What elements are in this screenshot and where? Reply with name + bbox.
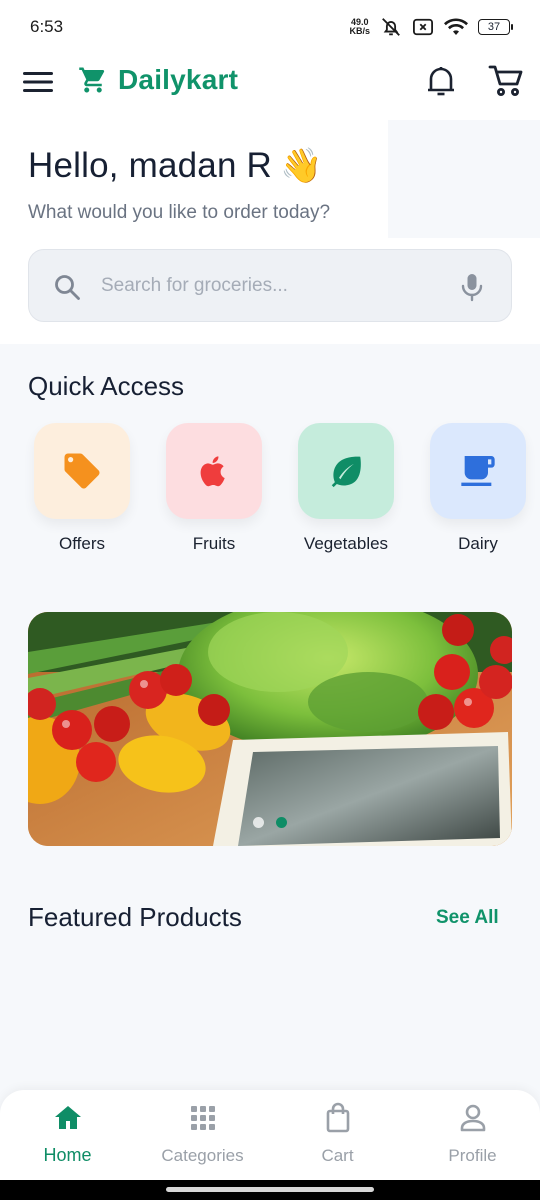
bottom-navigation: Home Categories Cart Profile: [0, 1090, 540, 1180]
decorative-background: [388, 120, 540, 238]
quick-access-tile[interactable]: [166, 423, 262, 519]
waving-hand-emoji: 👋: [280, 147, 323, 185]
quick-access-offers[interactable]: Offers: [22, 423, 142, 563]
status-time: 6:53: [30, 17, 64, 36]
grid-icon: [191, 1106, 215, 1130]
quick-access-title: Quick Access: [28, 371, 185, 401]
carousel-dot-active[interactable]: [276, 817, 287, 828]
search-input[interactable]: [101, 268, 441, 304]
cup-icon: [461, 456, 495, 486]
sim-x-icon: [413, 18, 433, 36]
network-speed-unit: KB/s: [349, 26, 370, 36]
quick-access-vegetables[interactable]: Vegetables: [286, 423, 406, 563]
see-all-link[interactable]: See All: [436, 907, 499, 929]
microphone-icon[interactable]: [459, 272, 485, 302]
featured-products-title: Featured Products: [28, 902, 242, 932]
nav-home[interactable]: Home: [0, 1090, 135, 1180]
person-icon: [460, 1104, 486, 1132]
quick-access-label: Dairy: [458, 534, 498, 553]
brand-logo: Dailykart: [78, 64, 238, 96]
quick-access-fruits[interactable]: Fruits: [154, 423, 274, 563]
status-icons: 49.0 KB/s 37: [349, 16, 513, 38]
quick-access-tile[interactable]: [430, 423, 526, 519]
quick-access-label: Fruits: [192, 534, 236, 553]
greeting-title: Hello, madan R 👋: [28, 146, 323, 186]
system-gesture-bar: [0, 1180, 540, 1200]
greeting-section: Hello, madan R 👋 What would you like to o…: [0, 110, 540, 344]
nav-label: Categories: [161, 1146, 244, 1165]
quick-access-label: Vegetables: [303, 534, 389, 553]
nav-profile[interactable]: Profile: [405, 1090, 540, 1180]
nav-label: Home: [43, 1145, 92, 1165]
quick-access-list: Offers Fruits Vegetables Dairy: [0, 423, 540, 563]
greeting-subtitle: What would you like to order today?: [28, 202, 331, 223]
status-bar: 6:53 49.0 KB/s 37: [0, 0, 540, 54]
apple-icon: [200, 456, 225, 487]
nav-cart[interactable]: Cart: [270, 1090, 405, 1180]
promo-banner-carousel[interactable]: [28, 612, 512, 846]
leaf-icon: [331, 456, 361, 488]
greeting-text: Hello, madan R: [28, 146, 273, 185]
search-bar[interactable]: [28, 249, 512, 322]
app-bar: Dailykart: [0, 54, 540, 110]
quick-access-dairy[interactable]: Dairy: [418, 423, 538, 563]
nav-label: Cart: [321, 1146, 354, 1165]
quick-access-tile[interactable]: [34, 423, 130, 519]
tag-icon: [64, 453, 100, 489]
quick-access-label: Offers: [59, 534, 105, 553]
brand-cart-icon: [79, 67, 105, 93]
shopping-bag-icon: [326, 1102, 350, 1133]
carousel-dot[interactable]: [253, 817, 264, 828]
nav-label: Profile: [448, 1146, 497, 1165]
network-speed: 49.0 KB/s: [349, 18, 370, 36]
nav-categories[interactable]: Categories: [135, 1090, 270, 1180]
quick-access-tile[interactable]: [298, 423, 394, 519]
battery-icon: 37: [478, 19, 513, 35]
gesture-handle[interactable]: [166, 1187, 374, 1192]
wifi-icon: [444, 18, 468, 35]
notification-bell-icon[interactable]: [425, 64, 457, 98]
search-icon: [55, 275, 80, 300]
vegetables-banner-image: [28, 612, 512, 846]
brand-name: Dailykart: [118, 64, 239, 95]
cart-icon[interactable]: [488, 64, 524, 98]
menu-icon[interactable]: [22, 68, 54, 96]
home-icon: [55, 1106, 81, 1129]
bell-muted-icon: [382, 18, 400, 36]
carousel-indicator: [28, 817, 512, 828]
